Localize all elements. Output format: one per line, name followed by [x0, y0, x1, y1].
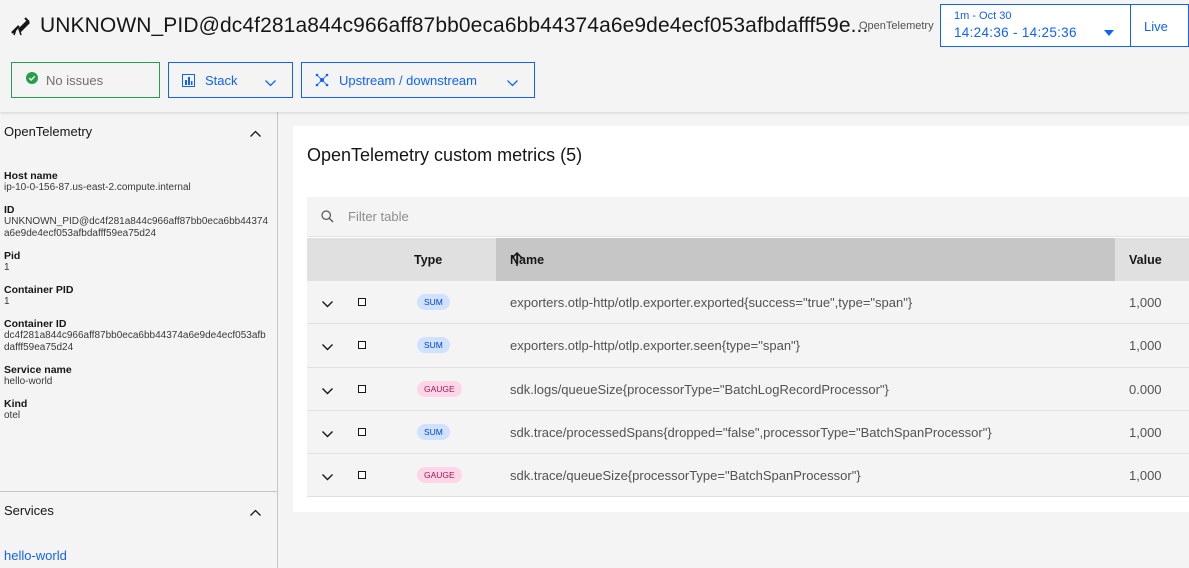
column-header-name[interactable]: Name [496, 238, 1115, 281]
property-container-id: Container ID dc4f281a844c966aff87bb0eca6… [4, 318, 269, 354]
metric-name: sdk.trace/queueSize{processorType="Batch… [510, 468, 861, 484]
opentelemetry-section-header[interactable]: OpenTelemetry [0, 113, 277, 149]
metric-value: 1,000 [1129, 468, 1162, 484]
chevron-down-icon [265, 75, 276, 90]
title-row: UNKNOWN_PID@dc4f281a844c966aff87bb0eca6b… [10, 12, 868, 40]
stack-chart-icon [182, 73, 195, 87]
stack-dropdown[interactable]: Stack [168, 62, 293, 98]
status-indicator[interactable]: No issues [11, 62, 160, 98]
property-pid: Pid 1 [4, 250, 269, 274]
property-key: Container ID [4, 318, 67, 330]
property-value: otel [4, 410, 21, 421]
property-value: hello-world [4, 376, 53, 387]
metric-name: exporters.otlp-http/otlp.exporter.seen{t… [510, 338, 800, 354]
chevron-down-icon[interactable] [322, 426, 333, 441]
table-row[interactable]: GAUGE sdk.trace/queueSize{processorType=… [307, 454, 1189, 498]
type-tag: SUM [417, 337, 450, 354]
property-value: ip-10-0-156-87.us-east-2.compute.interna… [4, 182, 191, 193]
property-value: dc4f281a844c966aff87bb0eca6bb44374a6e9de… [4, 330, 266, 353]
page-title: UNKNOWN_PID@dc4f281a844c966aff87bb0eca6b… [40, 14, 869, 37]
services-section-header[interactable]: Services [0, 492, 277, 528]
column-header-type[interactable]: Type [414, 253, 442, 267]
row-checkbox[interactable] [358, 298, 366, 306]
metric-name: sdk.logs/queueSize{processorType="BatchL… [510, 381, 889, 397]
arrow-up-icon [510, 251, 1105, 270]
page-header: UNKNOWN_PID@dc4f281a844c966aff87bb0eca6b… [0, 0, 1189, 112]
row-checkbox[interactable] [358, 471, 366, 480]
metric-name: exporters.otlp-http/otlp.exporter.export… [510, 295, 913, 310]
row-checkbox[interactable] [358, 384, 366, 393]
metric-value: 0.000 [1129, 381, 1162, 397]
stack-label: Stack [205, 72, 238, 88]
row-checkbox[interactable] [358, 341, 366, 350]
table-header: Type Name Value [307, 238, 1189, 281]
property-id: ID UNKNOWN_PID@dc4f281a844c966aff87bb0ec… [4, 204, 269, 240]
topology-icon [315, 73, 329, 87]
metric-value: 1,000 [1129, 295, 1162, 310]
type-tag: GAUGE [417, 380, 462, 397]
chevron-up-icon [250, 504, 261, 519]
property-list: Host name ip-10-0-156-87.us-east-2.compu… [4, 170, 269, 432]
type-tag: SUM [417, 294, 450, 310]
table-row[interactable]: SUM sdk.trace/processedSpans{dropped="fa… [307, 410, 1189, 455]
chevron-down-icon[interactable] [322, 296, 333, 311]
time-range-label: 1m - Oct 30 [954, 10, 1012, 22]
telescope-icon [10, 15, 32, 37]
upstream-label: Upstream / downstream [339, 72, 477, 88]
metric-name: sdk.trace/processedSpans{dropped="false"… [510, 424, 992, 440]
row-checkbox[interactable] [358, 427, 366, 436]
table-row[interactable]: GAUGE sdk.logs/queueSize{processorType="… [307, 367, 1189, 411]
source-label: OpenTelemetry [859, 20, 934, 32]
property-key: Host name [4, 170, 58, 182]
property-key: Service name [4, 364, 72, 376]
property-kind: Kind otel [4, 398, 269, 422]
filter-table-input[interactable]: Filter table [307, 197, 1189, 237]
status-label: No issues [46, 72, 104, 88]
chevron-up-icon [250, 125, 261, 140]
chevron-down-icon [507, 75, 518, 90]
property-value: 1 [4, 262, 10, 273]
section-title: OpenTelemetry [4, 123, 93, 139]
property-container-pid: Container PID 1 [4, 284, 269, 308]
chevron-down-icon[interactable] [322, 339, 333, 354]
live-button[interactable]: Live [1131, 4, 1189, 47]
type-tag: GAUGE [417, 467, 462, 484]
service-link[interactable]: hello-world [4, 548, 67, 563]
metric-value: 1,000 [1129, 424, 1162, 440]
property-host-name: Host name ip-10-0-156-87.us-east-2.compu… [4, 170, 269, 194]
filter-placeholder: Filter table [348, 209, 409, 224]
time-range-value: 14:24:36 - 14:25:36 [954, 25, 1077, 40]
property-value: UNKNOWN_PID@dc4f281a844c966aff87bb0eca6b… [4, 216, 269, 239]
sidebar: OpenTelemetry Host name ip-10-0-156-87.u… [0, 112, 278, 568]
panel-title: OpenTelemetry custom metrics (5) [307, 145, 583, 165]
property-key: Container PID [4, 284, 74, 296]
search-icon [321, 210, 334, 223]
property-key: Kind [4, 398, 28, 410]
checkmark-circle-icon [26, 71, 38, 89]
property-key: ID [4, 204, 15, 216]
property-service-name: Service name hello-world [4, 364, 269, 388]
table-row[interactable]: SUM exporters.otlp-http/otlp.exporter.ex… [307, 281, 1189, 325]
type-tag: SUM [417, 423, 450, 440]
section-title: Services [4, 502, 54, 518]
caret-down-icon [1104, 23, 1114, 41]
upstream-downstream-dropdown[interactable]: Upstream / downstream [301, 62, 535, 98]
chevron-down-icon[interactable] [322, 469, 333, 484]
metrics-table: Type Name Value SUM exporters.otlp-http/… [307, 238, 1189, 498]
column-header-value[interactable]: Value [1129, 253, 1162, 267]
table-row[interactable]: SUM exporters.otlp-http/otlp.exporter.se… [307, 324, 1189, 368]
time-range-picker[interactable]: 1m - Oct 30 14:24:36 - 14:25:36 [940, 4, 1131, 47]
chevron-down-icon[interactable] [322, 383, 333, 398]
property-key: Pid [4, 250, 21, 262]
property-value: 1 [4, 296, 10, 307]
metrics-panel: OpenTelemetry custom metrics (5) Filter … [293, 126, 1189, 512]
metric-value: 1,000 [1129, 338, 1162, 354]
